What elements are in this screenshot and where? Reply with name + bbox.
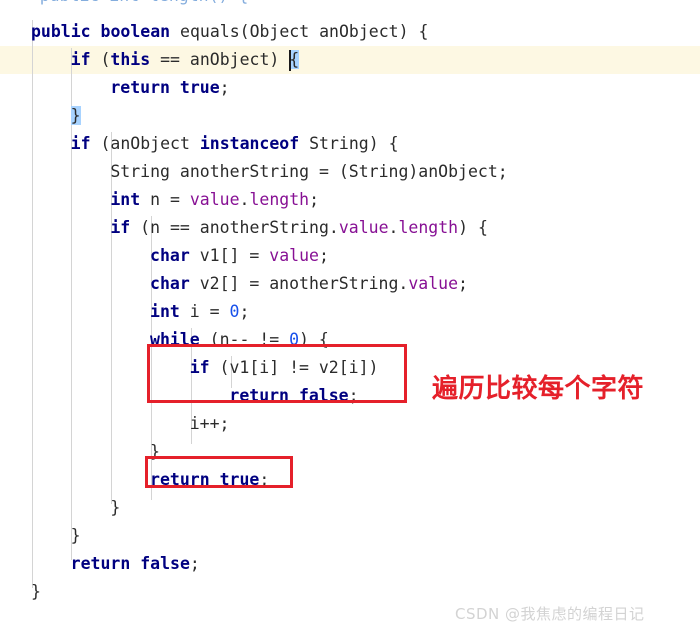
code-token: if <box>189 358 210 377</box>
code-token: return <box>229 386 289 405</box>
code-line[interactable]: String anotherString = (String)anObject; <box>110 158 507 186</box>
code-token: (anObject <box>90 134 200 153</box>
code-line[interactable]: if (n == anotherString.value.length) { <box>110 214 488 242</box>
code-token: char <box>150 274 190 293</box>
code-line[interactable]: public boolean equals(Object anObject) { <box>31 18 428 46</box>
code-token: return <box>110 78 170 97</box>
code-line[interactable]: } <box>150 438 160 466</box>
char-compare-label: 遍历比较每个字符 <box>432 374 645 404</box>
code-editor[interactable]: public int length() { public boolean equ… <box>0 0 700 632</box>
code-token: boolean <box>100 22 171 41</box>
code-token: String anotherString = (String)anObject; <box>110 162 508 181</box>
code-token: (v1[i] != v2[i]) <box>209 358 379 377</box>
code-token: false <box>298 386 349 405</box>
code-token: char <box>150 246 190 265</box>
code-token: ; <box>318 246 329 265</box>
code-token: length <box>249 190 310 209</box>
code-line[interactable]: } <box>71 522 81 550</box>
code-line[interactable]: char v2[] = anotherString.value; <box>150 270 468 298</box>
code-token: ; <box>259 470 270 489</box>
code-token: (n == anotherString. <box>130 218 339 237</box>
code-line[interactable]: if (v1[i] != v2[i]) <box>190 354 379 382</box>
code-token: ; <box>458 274 468 293</box>
code-token: n = <box>140 190 190 209</box>
code-token: if <box>70 134 91 153</box>
code-token: return <box>70 554 131 573</box>
matched-brace: } <box>70 106 81 125</box>
code-line[interactable]: } <box>110 494 120 522</box>
code-line[interactable]: while (n-- != 0) { <box>150 326 329 354</box>
code-token: . <box>239 190 250 209</box>
code-token: . <box>388 218 399 237</box>
text-caret <box>288 50 291 71</box>
code-line[interactable]: if (this == anObject) { <box>71 46 300 74</box>
code-token: } <box>110 498 121 517</box>
code-line[interactable]: return true; <box>110 74 229 102</box>
code-token: equals(Object anObject) { <box>170 22 429 41</box>
code-token: } <box>70 526 81 545</box>
code-token: ; <box>219 78 230 97</box>
code-token: while <box>150 330 200 349</box>
code-line[interactable]: char v1[] = value; <box>150 242 329 270</box>
code-line[interactable]: int i = 0; <box>150 298 249 326</box>
code-token: true <box>219 470 260 489</box>
code-token: ; <box>309 190 319 209</box>
code-token: value <box>189 190 240 209</box>
code-token: 0 <box>229 302 240 321</box>
code-line[interactable]: } <box>31 578 41 606</box>
code-token: 0 <box>289 330 300 349</box>
code-token: ; <box>189 554 200 573</box>
code-line[interactable]: return false; <box>71 550 200 578</box>
code-token: value <box>338 218 389 237</box>
code-token: ) { <box>458 218 488 237</box>
csdn-watermark: CSDN @我焦虑的编程日记 <box>455 605 645 623</box>
indent-guide <box>32 20 33 588</box>
code-token: ; <box>239 302 250 321</box>
code-line[interactable]: int n = value.length; <box>110 186 319 214</box>
code-token: true <box>179 78 220 97</box>
code-token: i = <box>179 302 230 321</box>
code-token: } <box>31 582 41 601</box>
screenshot-root: public int length() { public boolean equ… <box>0 0 700 632</box>
code-token: } <box>150 442 160 461</box>
code-token: ) { <box>299 330 329 349</box>
code-token: return <box>150 470 210 489</box>
code-token: if <box>110 218 131 237</box>
code-token: int <box>150 302 180 321</box>
code-line[interactable]: i++; <box>190 410 230 438</box>
code-token: ; <box>348 386 359 405</box>
code-token: if <box>70 50 91 69</box>
code-token: false <box>140 554 190 573</box>
code-token: length <box>398 218 459 237</box>
code-token: i++; <box>189 414 230 433</box>
code-line[interactable]: if (anObject instanceof String) { <box>71 130 399 158</box>
code-token: v1[] = <box>189 246 270 265</box>
code-line[interactable]: return false; <box>229 382 358 410</box>
code-token: value <box>269 246 319 265</box>
code-token: int <box>110 190 141 209</box>
clipped-top-line: public int length() { <box>0 0 249 10</box>
code-line[interactable]: } <box>70 102 81 130</box>
code-token: value <box>408 274 458 293</box>
code-token: (n-- != <box>199 330 290 349</box>
code-token: this <box>110 50 151 69</box>
code-token: public <box>31 22 91 41</box>
code-token: == anObject) <box>150 50 290 69</box>
code-token: v2[] = anotherString. <box>189 274 409 293</box>
code-token: String) { <box>299 134 399 153</box>
code-token: instanceof <box>199 134 300 153</box>
code-token: ( <box>90 50 111 69</box>
code-line[interactable]: return true; <box>150 466 269 494</box>
